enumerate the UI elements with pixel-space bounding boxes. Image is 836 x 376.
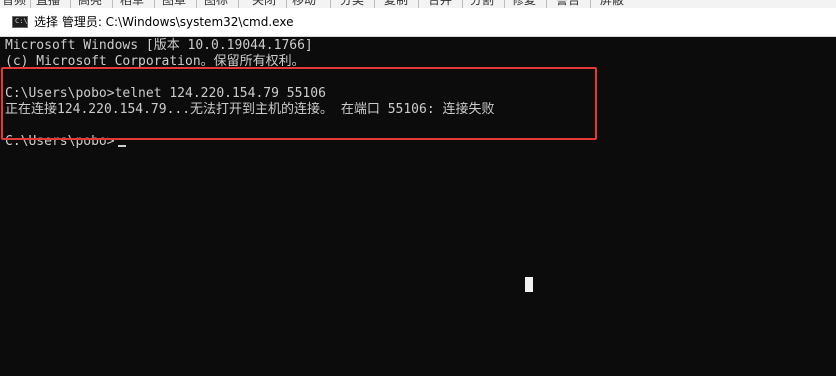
bg-toolbar-divider bbox=[30, 0, 31, 8]
mouse-text-caret bbox=[525, 277, 533, 292]
window-title: 选择 管理员: C:\Windows\system32\cmd.exe bbox=[34, 15, 294, 29]
bg-toolbar-item[interactable]: 移动 bbox=[292, 0, 316, 7]
bg-toolbar-item[interactable]: 分割 bbox=[470, 0, 494, 7]
bg-toolbar-item[interactable]: 音频 bbox=[2, 0, 26, 7]
bg-toolbar-divider bbox=[196, 0, 197, 8]
bg-toolbar-item[interactable]: 图章 bbox=[162, 0, 186, 7]
bg-toolbar-divider bbox=[238, 0, 239, 8]
bg-toolbar-divider bbox=[286, 0, 287, 8]
cmd-icon-glyph: C:\ bbox=[15, 17, 28, 25]
text-cursor bbox=[118, 145, 126, 147]
cmd-console-icon: C:\ bbox=[12, 16, 28, 28]
window-titlebar[interactable]: C:\ 选择 管理员: C:\Windows\system32\cmd.exe bbox=[0, 8, 836, 37]
bg-toolbar-divider bbox=[504, 0, 505, 8]
bg-toolbar-item[interactable]: 屏蔽 bbox=[600, 0, 624, 7]
bg-toolbar-divider bbox=[546, 0, 547, 8]
bg-toolbar-divider bbox=[112, 0, 113, 8]
bg-toolbar-item[interactable]: 合并 bbox=[428, 0, 452, 7]
bg-toolbar-item[interactable]: 警告 bbox=[556, 0, 580, 7]
bg-toolbar-item[interactable]: 复制 bbox=[384, 0, 408, 7]
bg-toolbar-divider bbox=[590, 0, 591, 8]
bg-toolbar-item[interactable]: 分类 bbox=[340, 0, 364, 7]
bg-toolbar-divider bbox=[330, 0, 331, 8]
bg-toolbar-item[interactable]: 图标 bbox=[204, 0, 228, 7]
bg-toolbar-item[interactable]: 修复 bbox=[512, 0, 536, 7]
background-toolbar: 音频 直播 高亮 稻草 图章 图标 关闭 移动 分类 复制 合并 分割 修复 警… bbox=[0, 0, 836, 8]
highlight-annotation-box bbox=[1, 67, 597, 140]
bg-toolbar-divider bbox=[462, 0, 463, 8]
bg-toolbar-item[interactable]: 直播 bbox=[36, 0, 60, 7]
bg-toolbar-divider bbox=[418, 0, 419, 8]
bg-toolbar-divider bbox=[374, 0, 375, 8]
bg-toolbar-item[interactable]: 高亮 bbox=[78, 0, 102, 7]
bg-toolbar-item[interactable]: 稻草 bbox=[120, 0, 144, 7]
bg-toolbar-divider bbox=[70, 0, 71, 8]
bg-toolbar-item[interactable]: 关闭 bbox=[252, 0, 276, 7]
screen: 音频 直播 高亮 稻草 图章 图标 关闭 移动 分类 复制 合并 分割 修复 警… bbox=[0, 0, 836, 376]
bg-toolbar-divider bbox=[154, 0, 155, 8]
console-line: Microsoft Windows [版本 10.0.19044.1766] bbox=[5, 38, 313, 53]
